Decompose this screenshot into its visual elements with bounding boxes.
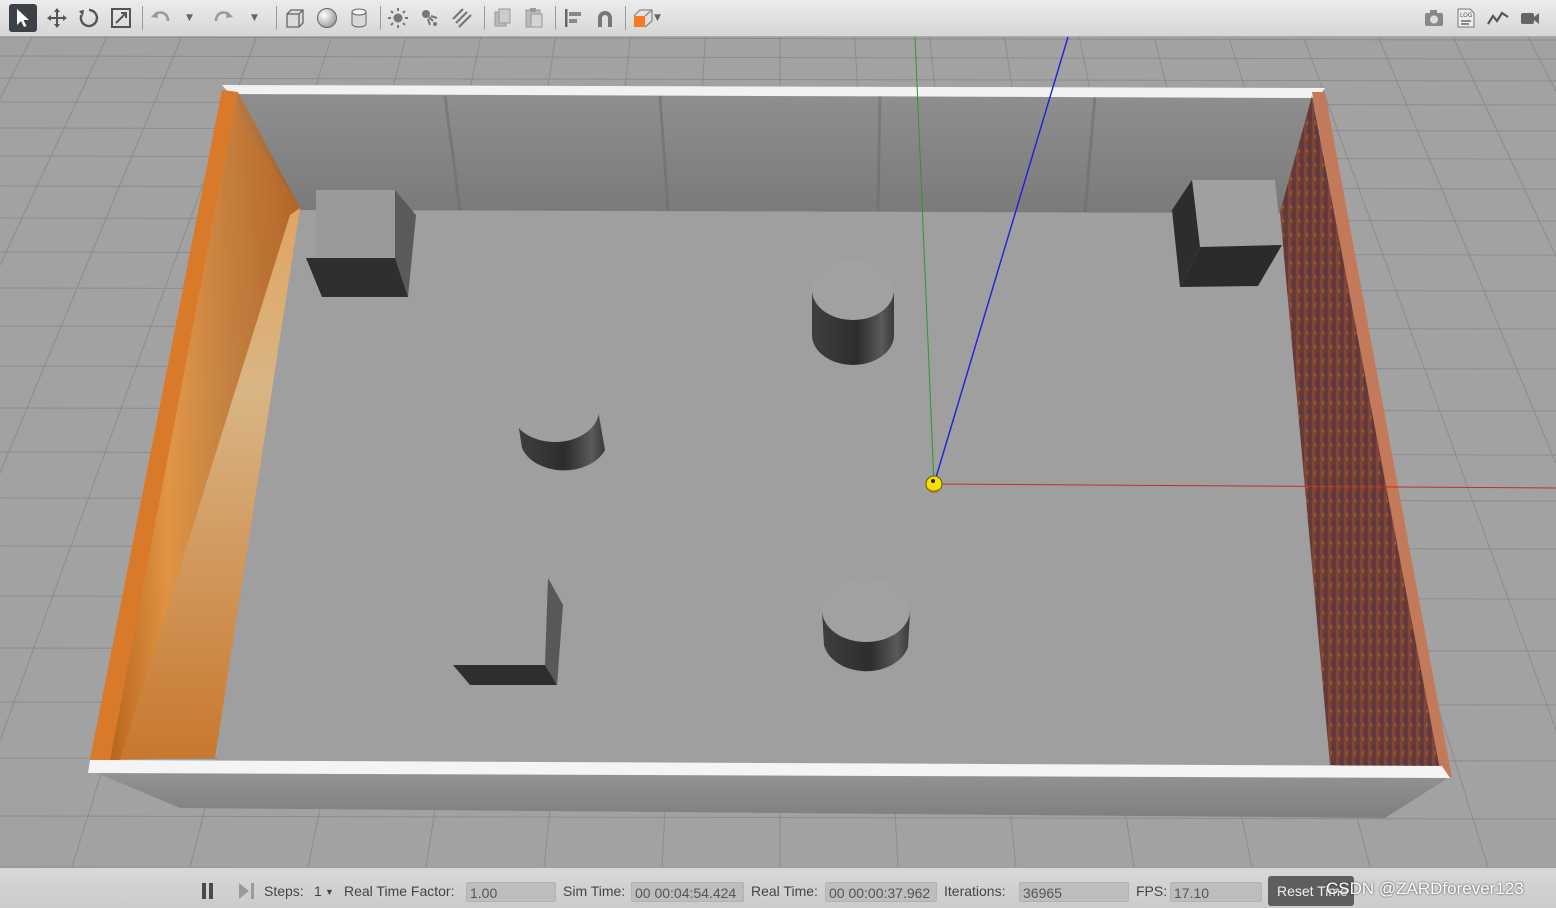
- snap-magnet-icon[interactable]: [591, 4, 619, 32]
- steps-label: Steps:: [264, 883, 304, 899]
- toolbar-separator: [625, 6, 626, 30]
- sphere-shape-icon[interactable]: [313, 4, 341, 32]
- steps-dropdown-icon[interactable]: ▼: [325, 887, 334, 897]
- box-obstacle[interactable]: [1172, 180, 1282, 287]
- toolbar-separator: [380, 6, 381, 30]
- redo-icon[interactable]: [209, 4, 237, 32]
- robot-marker[interactable]: [925, 475, 943, 493]
- 3d-viewport[interactable]: [0, 37, 1556, 867]
- directional-light-icon[interactable]: [448, 4, 476, 32]
- toolbar-separator: [484, 6, 485, 30]
- scene-canvas[interactable]: [0, 37, 1556, 867]
- status-bar: Steps: 1 ▼ Real Time Factor: 1.00 Sim Ti…: [0, 867, 1556, 908]
- align-icon[interactable]: [559, 4, 587, 32]
- fps-label: FPS:: [1136, 883, 1168, 899]
- steps-value[interactable]: 1: [314, 883, 322, 899]
- undo-dropdown-icon[interactable]: ▼: [186, 13, 193, 23]
- cylinder-shape-icon[interactable]: [345, 4, 373, 32]
- scale-icon[interactable]: [107, 4, 135, 32]
- point-light-icon[interactable]: [384, 4, 412, 32]
- view-angle-icon[interactable]: [629, 4, 657, 32]
- rotate-icon[interactable]: [75, 4, 103, 32]
- box-obstacle[interactable]: [306, 190, 416, 297]
- toolbar-separator: [555, 6, 556, 30]
- log-icon[interactable]: LOG: [1452, 4, 1480, 32]
- box-shape-icon[interactable]: [281, 4, 309, 32]
- sim-time-field: 00 00:04:54.424: [631, 882, 744, 902]
- copy-icon[interactable]: [488, 4, 516, 32]
- watermark: CSDN @ZARDforever123: [1326, 879, 1524, 898]
- south-wall: [88, 760, 1450, 818]
- grid-line: [1527, 37, 1556, 92]
- redo-dropdown-icon[interactable]: ▼: [251, 13, 258, 23]
- grid-line: [0, 37, 1556, 41]
- toolbar-separator: [142, 6, 143, 30]
- plot-icon[interactable]: [1484, 4, 1512, 32]
- cylinder-obstacle[interactable]: [822, 578, 910, 672]
- real-time-factor-label: Real Time Factor:: [344, 883, 455, 899]
- fps-field: 17.10: [1170, 882, 1262, 902]
- real-time-factor-field: 1.00: [466, 882, 556, 902]
- sim-time-label: Sim Time:: [563, 883, 626, 899]
- toolbar: ▼ ▼ ▼ LOG: [0, 0, 1556, 37]
- iterations-label: Iterations:: [944, 883, 1006, 899]
- view-angle-dropdown-icon[interactable]: ▼: [654, 13, 661, 23]
- grid-line: [0, 77, 1556, 82]
- undo-icon[interactable]: [147, 4, 175, 32]
- paste-icon[interactable]: [520, 4, 548, 32]
- select-arrow-icon[interactable]: [9, 4, 37, 32]
- pause-icon[interactable]: [200, 883, 216, 899]
- step-icon[interactable]: [239, 883, 255, 899]
- log-icon-label: LOG: [1460, 12, 1473, 19]
- toolbar-separator: [276, 6, 277, 30]
- grid-line: [0, 55, 1556, 60]
- screenshot-camera-icon[interactable]: [1420, 4, 1448, 32]
- spot-light-icon[interactable]: [416, 4, 444, 32]
- iterations-field: 36965: [1019, 882, 1129, 902]
- real-time-label: Real Time:: [751, 883, 818, 899]
- translate-icon[interactable]: [43, 4, 71, 32]
- cylinder-obstacle[interactable]: [812, 260, 894, 365]
- real-time-field: 00 00:00:37.962: [825, 882, 937, 902]
- grid-line: [1452, 37, 1556, 258]
- record-video-icon[interactable]: [1516, 4, 1544, 32]
